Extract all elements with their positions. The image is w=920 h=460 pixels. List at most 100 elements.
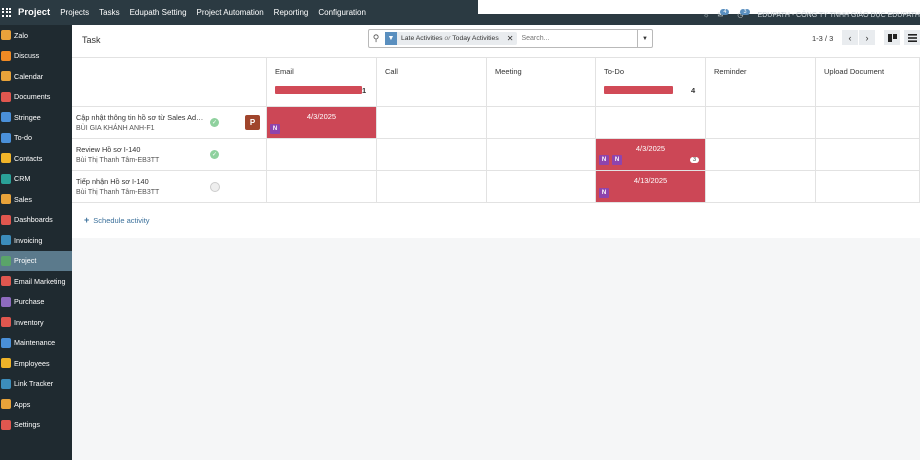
search-icon[interactable]: ⚲	[369, 33, 383, 44]
sidebar-item-stringee[interactable]: Stringee	[0, 107, 72, 128]
menu-projects[interactable]: Projects	[60, 8, 89, 17]
sidebar-item-link-tracker[interactable]: Link Tracker	[0, 374, 72, 395]
column-progress-bar	[275, 86, 362, 94]
activity-cell-empty[interactable]	[706, 139, 816, 171]
sidebar-item-label: Invoicing	[14, 235, 43, 245]
apps-menu-icon[interactable]	[2, 7, 12, 18]
sidebar-item-settings[interactable]: Settings	[0, 415, 72, 436]
avatar: N	[599, 155, 609, 165]
avatar: N	[270, 124, 280, 134]
activity-cell-empty[interactable]	[377, 107, 487, 139]
column-header-reminder: Reminder	[706, 57, 816, 107]
sidebar-item-label: Settings	[14, 420, 40, 430]
sidebar-item-contacts[interactable]: Contacts	[0, 148, 72, 169]
facet-remove-icon[interactable]: ✕	[503, 34, 518, 43]
app-icon	[1, 173, 11, 184]
sidebar-item-project[interactable]: Project	[0, 250, 72, 271]
bug-icon[interactable]: ☼	[703, 12, 709, 19]
sidebar-item-label: Apps	[14, 399, 31, 409]
menu-project-automation[interactable]: Project Automation	[197, 8, 264, 17]
avatar[interactable]: P	[245, 115, 260, 130]
activity-cell-email[interactable]: 4/3/2025 N	[267, 107, 377, 139]
sidebar-item-zalo[interactable]: Zalo	[0, 25, 72, 46]
activity-cell-todo[interactable]: 4/3/2025 N N 3	[596, 139, 706, 171]
search-dropdown-toggle[interactable]: ▼	[637, 30, 652, 47]
column-name: Call	[385, 67, 398, 76]
app-icon	[1, 91, 11, 102]
sidebar-item-crm[interactable]: CRM	[0, 169, 72, 190]
activity-cell-empty[interactable]	[596, 107, 706, 139]
activity-cell-empty[interactable]	[706, 171, 816, 203]
sidebar-item-label: CRM	[14, 174, 31, 184]
sidebar-item-email-marketing[interactable]: Email Marketing	[0, 271, 72, 292]
sidebar-item-label: Stringee	[14, 112, 41, 122]
activity-cell-empty[interactable]	[487, 107, 596, 139]
activity-cell-empty[interactable]	[267, 139, 377, 171]
avatar: N	[599, 188, 609, 198]
list-view-button[interactable]	[904, 30, 920, 45]
sidebar-item-dashboards[interactable]: Dashboards	[0, 210, 72, 231]
activity-cell-empty[interactable]	[487, 171, 596, 203]
menu-tasks[interactable]: Tasks	[99, 8, 119, 17]
activity-date: 4/13/2025	[633, 176, 668, 185]
sidebar-item-sales[interactable]: Sales	[0, 189, 72, 210]
task-row[interactable]: Cập nhật thông tin hồ sơ từ Sales Admin …	[72, 107, 267, 139]
activity-badge: 3	[740, 9, 750, 15]
clock-icon[interactable]: ◷3	[737, 9, 750, 19]
activity-cell-empty[interactable]	[816, 139, 920, 171]
task-name[interactable]: Review Hồ sơ I-140	[76, 145, 206, 154]
menu-edupath-setting[interactable]: Edupath Setting	[130, 8, 187, 17]
column-name: To-Do	[604, 67, 625, 76]
schedule-activity-button[interactable]: + Schedule activity	[84, 215, 150, 225]
task-customer: BÙI GIA KHÁNH ANH-F1	[76, 125, 155, 132]
sidebar-item-calendar[interactable]: Calendar	[0, 66, 72, 87]
task-name[interactable]: Cập nhật thông tin hồ sơ từ Sales Admin	[76, 113, 206, 122]
task-name[interactable]: Tiếp nhận Hồ sơ I-140	[76, 177, 206, 186]
chat-icon[interactable]: ✉4	[717, 9, 730, 19]
sidebar-item-maintenance[interactable]: Maintenance	[0, 333, 72, 354]
sidebar-item-to-do[interactable]: To-do	[0, 128, 72, 149]
task-row[interactable]: Tiếp nhận Hồ sơ I-140 Bùi Thị Thanh Tâm-…	[72, 171, 267, 203]
breadcrumb-title: Task	[82, 35, 101, 45]
sidebar-item-label: Email Marketing	[14, 276, 66, 286]
search-input[interactable]	[517, 32, 637, 45]
sidebar-item-label: Sales	[14, 194, 32, 204]
activity-cell-empty[interactable]	[267, 171, 377, 203]
status-normal-icon[interactable]	[210, 182, 220, 192]
pager-value[interactable]: 1-3 / 3	[812, 34, 833, 43]
sidebar-item-employees[interactable]: Employees	[0, 353, 72, 374]
activity-cell-empty[interactable]	[816, 171, 920, 203]
task-row[interactable]: Review Hồ sơ I-140 Bùi Thị Thanh Tâm-EB3…	[72, 139, 267, 171]
sidebar-item-purchase[interactable]: Purchase	[0, 292, 72, 313]
sidebar-item-discuss[interactable]: Discuss	[0, 46, 72, 67]
sidebar-item-apps[interactable]: Apps	[0, 394, 72, 415]
activity-cell-empty[interactable]	[706, 107, 816, 139]
activity-cell-empty[interactable]	[377, 139, 487, 171]
status-done-icon[interactable]: ✓	[210, 150, 219, 159]
app-brand[interactable]: Project	[18, 7, 50, 18]
menu-reporting[interactable]: Reporting	[274, 8, 309, 17]
company-switcher[interactable]: EDUPATH - CÔNG TY TNHH GIÁO DỤC EDUPATH	[758, 12, 920, 19]
app-icon	[1, 255, 11, 266]
facet-label: Late Activities or Today Activities	[401, 35, 499, 42]
activity-cell-empty[interactable]	[487, 139, 596, 171]
column-header-meeting: Meeting	[487, 57, 596, 107]
sidebar-item-documents[interactable]: Documents	[0, 87, 72, 108]
sidebar-item-label: To-do	[14, 133, 32, 143]
sidebar-item-label: Calendar	[14, 71, 44, 81]
menu-configuration[interactable]: Configuration	[318, 8, 366, 17]
pager-next-button[interactable]: ›	[859, 30, 875, 45]
sidebar-item-invoicing[interactable]: Invoicing	[0, 230, 72, 251]
activity-cell-todo[interactable]: 4/13/2025 N	[596, 171, 706, 203]
pager-previous-button[interactable]: ‹	[842, 30, 858, 45]
avatar: N	[612, 155, 622, 165]
column-count: 1	[362, 86, 367, 95]
app-icon	[1, 337, 11, 348]
status-done-icon[interactable]: ✓	[210, 118, 219, 127]
column-header-email: Email 1	[267, 57, 377, 107]
kanban-view-button[interactable]	[884, 30, 900, 45]
app-icon	[1, 378, 11, 389]
activity-cell-empty[interactable]	[377, 171, 487, 203]
activity-cell-empty[interactable]	[816, 107, 920, 139]
sidebar-item-inventory[interactable]: Inventory	[0, 312, 72, 333]
